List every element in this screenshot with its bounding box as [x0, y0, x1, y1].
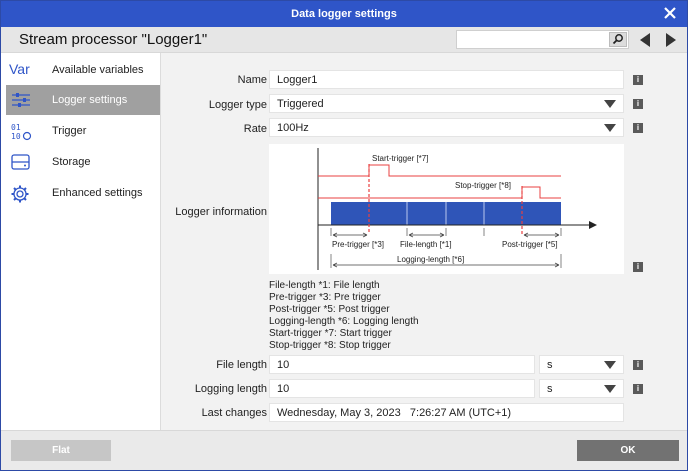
post-trigger-label: Post-trigger [*5] [502, 240, 558, 249]
last-changes-label: Last changes [201, 407, 267, 419]
legend-item: Stop-trigger *8: Stop trigger [269, 340, 391, 351]
sidebar-item-storage[interactable]: Storage [6, 147, 160, 177]
info-icon[interactable]: i [633, 384, 643, 394]
logging-length-label: Logging length [194, 383, 267, 395]
settings-panel: Name Logger1 i Logger type Triggered i R… [162, 53, 687, 430]
sidebar-item-label: Trigger [52, 125, 87, 137]
diagram-legend: File-length *1: File length Pre-trigger … [269, 280, 419, 352]
storage-icon [10, 153, 32, 171]
flat-button[interactable]: Flat [11, 440, 111, 461]
legend-item: Logging-length *6: Logging length [269, 316, 419, 327]
logger-timing-diagram: Start-trigger [*7] Stop-trigger [*8] Pre… [269, 144, 624, 274]
legend-item: Pre-trigger *3: Pre trigger [269, 292, 381, 303]
rate-label: Rate [243, 123, 267, 135]
logger-type-label: Logger type [208, 99, 267, 111]
sidebar-item-label: Available variables [52, 64, 144, 76]
title-bar: Data logger settings [1, 1, 687, 27]
var-icon: Var [9, 61, 30, 77]
legend-item: File-length *1: File length [269, 280, 380, 291]
start-trigger-label: Start-trigger [*7] [372, 154, 428, 163]
stop-trigger-label: Stop-trigger [*8] [455, 181, 511, 190]
logger-type-select[interactable]: Triggered [269, 94, 624, 113]
file-length-unit-select[interactable]: s [539, 355, 624, 374]
pre-trigger-label: Pre-trigger [*3] [332, 240, 384, 249]
svg-text:01: 01 [11, 123, 21, 132]
chevron-down-icon [604, 385, 616, 393]
svg-text:10: 10 [11, 132, 21, 141]
sidebar-item-label: Logger settings [52, 94, 128, 106]
sidebar-item-trigger[interactable]: 01 10 Trigger [6, 116, 160, 146]
info-icon[interactable]: i [633, 99, 643, 109]
file-length-dimension [408, 232, 445, 238]
logging-length-input[interactable]: 10 [269, 379, 535, 398]
info-icon[interactable]: i [633, 123, 643, 133]
stream-processor-title: Stream processor "Logger1" [19, 31, 208, 48]
stop-trigger-signal [318, 186, 561, 199]
pre-trigger-dimension [332, 232, 368, 238]
sidebar-item-label: Storage [52, 156, 91, 168]
ok-button[interactable]: OK [577, 440, 679, 461]
close-icon[interactable] [661, 4, 679, 22]
sliders-icon [10, 91, 32, 109]
chevron-down-icon [604, 124, 616, 132]
trigger-icon: 01 10 [10, 122, 32, 141]
sidebar-item-available-variables[interactable]: Var Available variables [6, 55, 160, 85]
info-icon[interactable]: i [633, 75, 643, 85]
sidebar-item-enhanced-settings[interactable]: Enhanced settings [6, 178, 160, 208]
gear-icon [10, 184, 32, 203]
dialog-window: Data logger settings Stream processor "L… [0, 0, 688, 471]
logging-length-label: Logging-length [*6] [397, 255, 464, 264]
chevron-down-icon [604, 361, 616, 369]
search-icon[interactable] [609, 32, 627, 47]
sidebar: Var Available variables Logger settings … [1, 53, 161, 430]
header-bar: Stream processor "Logger1" [1, 27, 687, 53]
info-icon[interactable]: i [633, 262, 643, 272]
name-field[interactable]: Logger1 [269, 70, 624, 89]
chevron-down-icon [604, 100, 616, 108]
info-icon[interactable]: i [633, 360, 643, 370]
last-changes-value: Wednesday, May 3, 2023 7:26:27 AM (UTC+1… [269, 403, 624, 422]
logger-information-label: Logger information [175, 206, 267, 218]
file-length-label: File-length [*1] [400, 240, 452, 249]
time-axis-arrow-icon [589, 221, 597, 229]
footer-bar: Flat OK [1, 430, 687, 470]
start-trigger-signal [318, 164, 561, 177]
rate-select[interactable]: 100Hz [269, 118, 624, 137]
search-input[interactable] [456, 30, 629, 49]
file-length-label: File length [216, 359, 267, 371]
next-arrow-icon[interactable] [665, 33, 677, 50]
post-trigger-dimension [523, 232, 560, 238]
window-title: Data logger settings [291, 8, 397, 20]
sidebar-item-label: Enhanced settings [52, 187, 143, 199]
file-length-input[interactable]: 10 [269, 355, 535, 374]
legend-item: Start-trigger *7: Start trigger [269, 328, 392, 339]
sidebar-item-logger-settings[interactable]: Logger settings [6, 85, 160, 115]
name-label: Name [237, 74, 267, 86]
logging-length-unit-select[interactable]: s [539, 379, 624, 398]
previous-arrow-icon[interactable] [639, 33, 651, 50]
legend-item: Post-trigger *5: Post trigger [269, 304, 390, 315]
